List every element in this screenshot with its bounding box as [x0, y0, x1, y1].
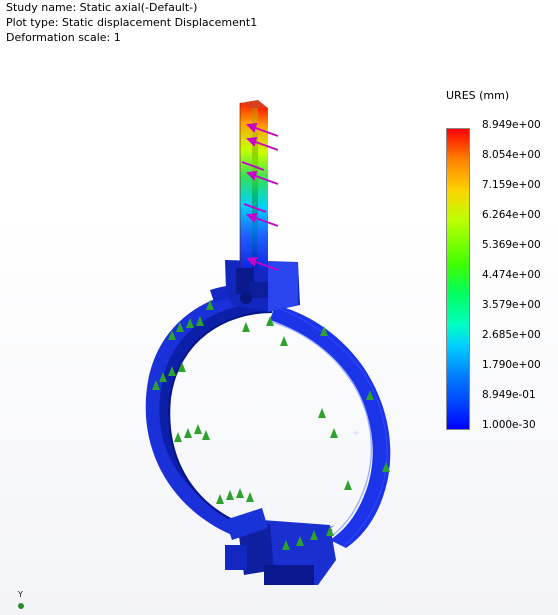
- legend-title: URES (mm): [446, 89, 510, 102]
- legend-label: 1.790e+00: [482, 359, 541, 371]
- axis-triad: Y: [18, 590, 24, 609]
- triad-y-label: Y: [18, 590, 23, 599]
- legend-label: 8.949e-01: [482, 389, 536, 401]
- pick-cursor: +: [352, 428, 360, 439]
- legend-label: 4.474e+00: [482, 269, 541, 281]
- legend-label: 3.579e+00: [482, 299, 541, 311]
- triad-origin-icon: [18, 603, 24, 609]
- legend-label: 5.369e+00: [482, 239, 541, 251]
- legend-label: 2.685e+00: [482, 329, 541, 341]
- color-scale-bar: [446, 128, 470, 430]
- legend-label: 6.264e+00: [482, 209, 541, 221]
- legend-label: 1.000e-30: [482, 419, 536, 431]
- legend-label: 8.949e+00: [482, 119, 541, 131]
- legend-label: 7.159e+00: [482, 179, 541, 191]
- legend-label: 8.054e+00: [482, 149, 541, 161]
